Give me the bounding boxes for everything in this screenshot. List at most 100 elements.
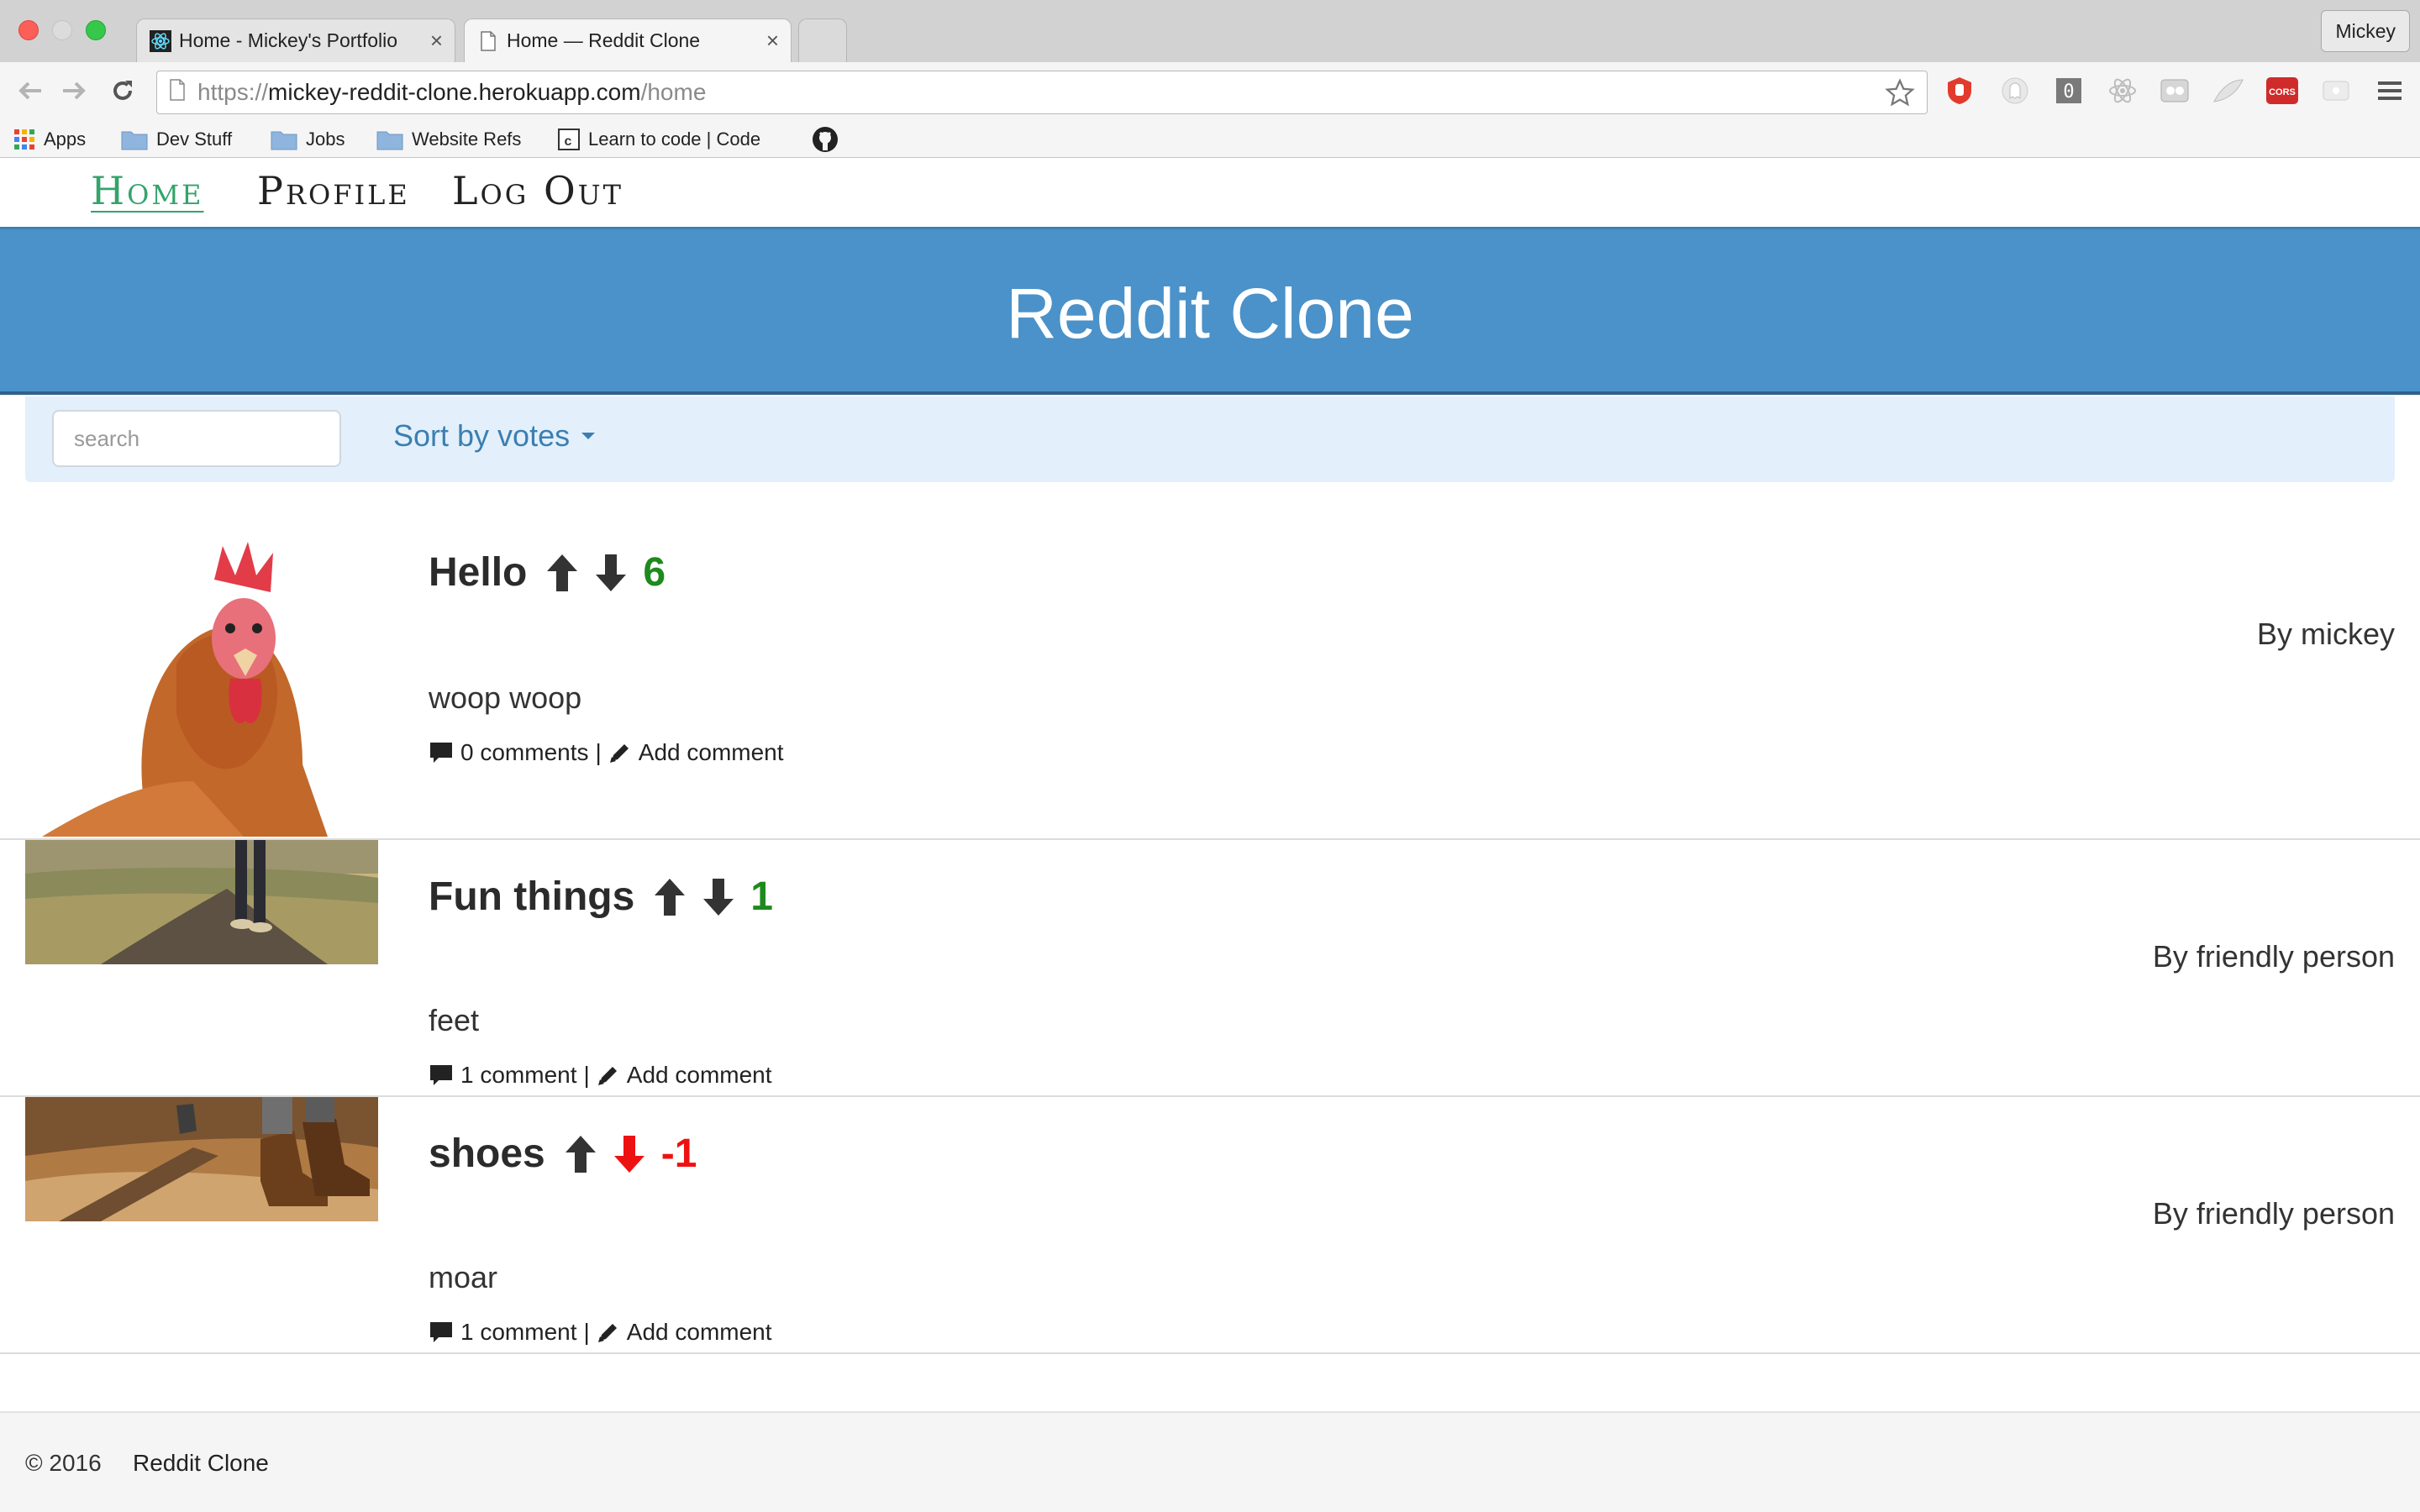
upvote-arrow-icon[interactable] bbox=[564, 1134, 597, 1174]
post-title: Fun things bbox=[429, 874, 635, 919]
apps-grid-icon bbox=[13, 129, 35, 150]
comments-link[interactable]: 0 comments bbox=[460, 739, 589, 766]
post-title: Hello bbox=[429, 550, 528, 595]
add-comment-link[interactable]: Add comment bbox=[639, 739, 784, 766]
folder-icon bbox=[376, 129, 403, 150]
meta-separator: | bbox=[583, 1319, 590, 1345]
bookmark-website-refs[interactable]: Website Refs bbox=[376, 124, 521, 155]
post-meta: 0 comments | Add comment bbox=[429, 739, 784, 766]
bookmark-github[interactable] bbox=[812, 124, 847, 155]
svg-text:CORS: CORS bbox=[2269, 87, 2296, 97]
site-header-banner: Reddit Clone bbox=[0, 227, 2420, 395]
post-meta: 1 comment | Add comment bbox=[429, 1062, 772, 1089]
nav-logout-link[interactable]: Log Out bbox=[452, 168, 623, 213]
bookmark-label: Apps bbox=[44, 129, 87, 150]
post-image-walking-road[interactable] bbox=[25, 840, 378, 964]
page-icon bbox=[169, 78, 186, 107]
tab-close-icon[interactable]: × bbox=[766, 28, 779, 54]
browser-toolbar: https://mickey-reddit-clone.herokuapp.co… bbox=[0, 62, 2420, 121]
post-divider bbox=[0, 1352, 2420, 1354]
downvote-arrow-icon[interactable] bbox=[702, 877, 735, 917]
post-title-row: Fun things 1 bbox=[429, 874, 773, 920]
bookmark-apps[interactable]: Apps bbox=[13, 124, 86, 155]
bookmark-dev-stuff[interactable]: Dev Stuff bbox=[121, 124, 232, 155]
ghostery-icon[interactable] bbox=[1998, 74, 2032, 108]
bookmark-label: Website Refs bbox=[412, 129, 522, 150]
svg-text:0: 0 bbox=[2063, 81, 2074, 102]
extension-icon[interactable] bbox=[2319, 74, 2353, 108]
github-icon bbox=[812, 126, 839, 153]
site-footer: © 2016 Reddit Clone bbox=[0, 1411, 2420, 1512]
post-image-rooster[interactable] bbox=[25, 529, 378, 837]
back-arrow-icon[interactable] bbox=[12, 72, 49, 109]
comment-bubble-icon bbox=[429, 741, 454, 764]
bookmark-star-icon[interactable] bbox=[1885, 78, 1915, 114]
browser-tab-strip: Home - Mickey's Portfolio × Home — Reddi… bbox=[0, 0, 2420, 62]
window-zoom-button[interactable] bbox=[86, 20, 106, 40]
window-close-button[interactable] bbox=[18, 20, 39, 40]
feather-icon[interactable] bbox=[2212, 74, 2245, 108]
tab-close-icon[interactable]: × bbox=[430, 28, 443, 54]
post-item: shoes -1 By friendly person moar 1 comme… bbox=[0, 1097, 2420, 1352]
sort-dropdown[interactable]: Sort by votes bbox=[393, 418, 596, 454]
upvote-arrow-icon[interactable] bbox=[653, 877, 687, 917]
post-item: Hello 6 By mickey woop woop 0 comments |… bbox=[0, 482, 2420, 838]
reload-icon[interactable] bbox=[104, 72, 141, 109]
meta-separator: | bbox=[595, 739, 602, 765]
browser-tab-portfolio[interactable]: Home - Mickey's Portfolio × bbox=[136, 18, 455, 62]
caret-down-icon bbox=[581, 433, 596, 439]
react-devtools-icon[interactable] bbox=[2106, 74, 2139, 108]
extension-icon[interactable] bbox=[2158, 74, 2191, 108]
upvote-arrow-icon[interactable] bbox=[545, 553, 579, 593]
post-body: woop woop bbox=[429, 680, 582, 715]
post-author: By friendly person bbox=[2152, 939, 2395, 974]
window-minimize-button[interactable] bbox=[52, 20, 72, 40]
add-comment-link[interactable]: Add comment bbox=[627, 1319, 772, 1346]
address-bar[interactable]: https://mickey-reddit-clone.herokuapp.co… bbox=[156, 71, 1928, 114]
post-author: By friendly person bbox=[2152, 1196, 2395, 1231]
post-title-row: Hello 6 bbox=[429, 549, 666, 596]
nav-home-link[interactable]: Home bbox=[91, 168, 203, 213]
bookmark-label: Dev Stuff bbox=[156, 129, 233, 150]
footer-copyright: © 2016 bbox=[25, 1450, 102, 1476]
zero-icon[interactable]: 0 bbox=[2052, 74, 2086, 108]
menu-icon[interactable] bbox=[2373, 74, 2407, 108]
meta-separator: | bbox=[583, 1062, 590, 1088]
post-image-hiking-boots[interactable] bbox=[25, 1097, 378, 1221]
url-scheme: https:// bbox=[197, 79, 269, 105]
vote-score: -1 bbox=[660, 1131, 697, 1176]
new-tab-button[interactable] bbox=[798, 18, 847, 62]
bookmarks-bar: Apps Dev Stuff Jobs Website Refs c Learn… bbox=[0, 121, 2420, 158]
bookmark-codecademy[interactable]: c Learn to code | Code bbox=[558, 124, 790, 155]
pencil-icon bbox=[597, 1320, 620, 1344]
downvote-arrow-icon[interactable] bbox=[594, 553, 628, 593]
comment-bubble-icon bbox=[429, 1063, 454, 1087]
nav-profile-link[interactable]: Profile bbox=[257, 168, 410, 213]
comments-link[interactable]: 1 comment bbox=[460, 1062, 577, 1089]
vote-score: 6 bbox=[643, 550, 666, 595]
filter-bar: Sort by votes bbox=[25, 396, 2395, 482]
ublock-icon[interactable] bbox=[1943, 74, 1976, 108]
forward-arrow-icon[interactable] bbox=[55, 72, 92, 109]
post-meta: 1 comment | Add comment bbox=[429, 1319, 772, 1346]
post-title: shoes bbox=[429, 1131, 545, 1176]
browser-tab-reddit-clone[interactable]: Home — Reddit Clone × bbox=[464, 18, 792, 62]
sort-label: Sort by votes bbox=[393, 418, 571, 453]
vote-score: 1 bbox=[750, 874, 773, 919]
post-title-row: shoes -1 bbox=[429, 1131, 697, 1177]
downvote-arrow-icon-active[interactable] bbox=[613, 1134, 646, 1174]
codecademy-icon: c bbox=[558, 129, 580, 150]
add-comment-link[interactable]: Add comment bbox=[627, 1062, 772, 1089]
cors-icon[interactable]: CORS bbox=[2265, 74, 2299, 108]
post-body: feet bbox=[429, 1003, 480, 1037]
bookmark-jobs[interactable]: Jobs bbox=[271, 124, 345, 155]
site-title: Reddit Clone bbox=[1006, 274, 1414, 353]
search-input[interactable] bbox=[52, 410, 341, 467]
bookmark-label: Jobs bbox=[306, 129, 345, 150]
post-body: moar bbox=[429, 1260, 498, 1294]
page-icon bbox=[476, 29, 500, 53]
browser-profile-button[interactable]: Mickey bbox=[2321, 10, 2410, 52]
pencil-icon bbox=[608, 741, 632, 764]
comments-link[interactable]: 1 comment bbox=[460, 1319, 577, 1346]
svg-text:c: c bbox=[565, 134, 572, 149]
